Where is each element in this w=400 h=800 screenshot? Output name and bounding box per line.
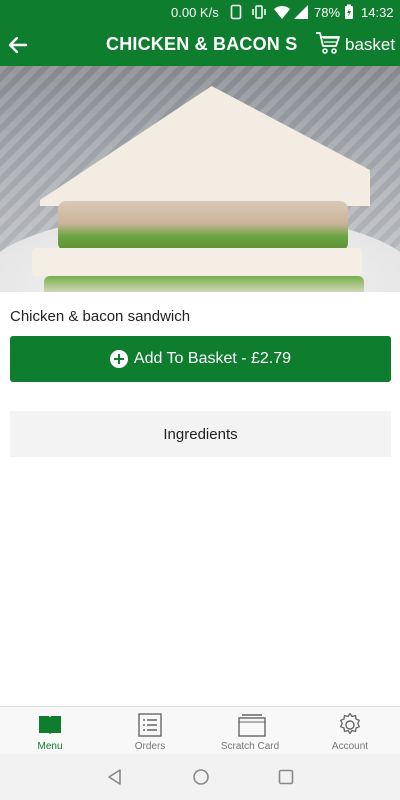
battery-charging-icon <box>344 4 354 23</box>
system-navigation-bar <box>0 754 400 800</box>
sandwich-middle-slice <box>32 248 362 276</box>
system-home-icon[interactable] <box>192 768 210 786</box>
basket-button[interactable]: basket <box>315 31 395 59</box>
add-to-basket-button[interactable]: Add To Basket - £2.79 <box>10 336 391 382</box>
status-bar: 0.00 K/s 78% 14:32 <box>0 0 400 24</box>
nav-item-account[interactable]: Account <box>300 707 400 754</box>
book-icon <box>37 712 63 738</box>
product-name: Chicken & bacon sandwich <box>10 308 191 325</box>
nav-label-orders: Orders <box>134 741 166 752</box>
vibrate-icon <box>251 4 267 23</box>
bottom-navigation: Menu Orders Scratch Card Account <box>0 706 400 754</box>
product-image <box>0 66 400 292</box>
wifi-icon <box>273 4 291 23</box>
nav-label-account: Account <box>331 741 369 752</box>
back-arrow-icon[interactable] <box>6 33 30 57</box>
signal-icon <box>293 4 309 23</box>
app-bar: CHICKEN & BACON S... basket <box>0 24 400 66</box>
list-icon <box>137 712 163 738</box>
add-to-basket-label: Add To Basket - £2.79 <box>133 350 292 367</box>
gear-icon <box>337 712 363 738</box>
network-speed: 0.00 K/s <box>171 5 219 20</box>
nav-item-scratch-card[interactable]: Scratch Card <box>200 707 300 754</box>
system-recents-icon[interactable] <box>277 768 295 786</box>
sandwich-filling-bottom <box>44 276 364 292</box>
clock: 14:32 <box>361 5 394 20</box>
page-title: CHICKEN & BACON S... <box>106 34 298 54</box>
nav-item-orders[interactable]: Orders <box>100 707 200 754</box>
ingredients-label: Ingredients <box>163 425 238 443</box>
basket-label: basket <box>345 35 396 54</box>
system-back-icon[interactable] <box>106 768 124 786</box>
sim-icon <box>230 4 242 23</box>
nav-label-menu: Menu <box>37 741 63 752</box>
nav-item-menu[interactable]: Menu <box>0 707 100 754</box>
sandwich-filling-top <box>58 201 348 251</box>
card-icon <box>237 712 266 738</box>
nav-label-scratch-card: Scratch Card <box>220 741 280 752</box>
add-circle-icon <box>109 350 128 368</box>
battery-level: 78% <box>314 5 341 20</box>
ingredients-button[interactable]: Ingredients <box>10 411 391 457</box>
shopping-cart-icon <box>315 31 341 60</box>
